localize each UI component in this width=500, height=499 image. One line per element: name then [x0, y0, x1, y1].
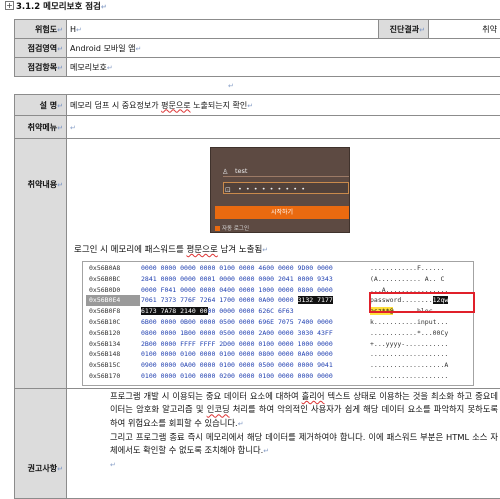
move-anchor-icon[interactable]: + [5, 1, 14, 10]
content-label: 취약내용↵ [15, 139, 67, 389]
highlight-box [369, 292, 475, 313]
hex-row: 0x56B15C0900 0000 0A00 0000 0100 0000 05… [83, 360, 473, 371]
recommendation-para-1: 프로그램 개발 시 이용되는 중요 데이터 요소에 대하여 흘리어 텍스트 상태… [110, 390, 498, 431]
rec-label: 권고사항↵ [15, 389, 67, 499]
hex-row: 0x56B0A80000 0000 0000 0000 0100 0000 46… [83, 263, 473, 274]
content-caption: 로그인 시 메모리에 패스워드를 평문으로 남겨 노출됨↵ [74, 243, 268, 255]
login-button: 시작하기 [215, 206, 349, 219]
user-icon: ♙ [222, 166, 228, 178]
item-value[interactable]: 메모리보호↵ [67, 58, 500, 77]
area-value[interactable]: Android 모바일 앱↵ [67, 39, 500, 58]
section-heading: 3.1.2 메모리보호 점검↵ [16, 0, 107, 12]
hex-row: 0x56B1700100 0000 0100 0000 0200 0000 01… [83, 371, 473, 382]
menu-row: 취약메뉴↵ ↵ [15, 116, 500, 139]
area-row: 점검영역↵ Android 모바일 앱↵ [15, 39, 500, 58]
checkbox-icon [215, 226, 220, 231]
hex-row: 0x56B1200800 0000 1B00 0000 0500 0000 2A… [83, 328, 473, 339]
desc-row: 설 명↵ 메모리 덤프 시 중요정보가 평문으로 노출되는지 확인↵ [15, 95, 500, 116]
item-label: 점검항목↵ [15, 58, 67, 77]
item-row: 점검항목↵ 메모리보호↵ [15, 58, 500, 77]
login-screenshot: ♙ test ⊡ • • • • • • • • • 시작하기 자동 로그인 [210, 147, 350, 233]
recommendation-text[interactable]: 프로그램 개발 시 이용되는 중요 데이터 요소에 대하여 흘리어 텍스트 상태… [110, 390, 498, 473]
hex-row: 0x56B0BC2841 0000 0000 0001 0000 0000 00… [83, 274, 473, 285]
risk-label: 위험도↵ [15, 20, 67, 39]
username-field: ♙ test [223, 165, 349, 177]
area-label: 점검영역↵ [15, 39, 67, 58]
risk-value[interactable]: H↵ [67, 20, 379, 39]
hex-row: 0x56B1342B00 0000 FFFF FFFF 2D00 0000 01… [83, 339, 473, 350]
diag-label: 진단결과↵ [379, 20, 429, 39]
hex-row: 0x56B10C6B00 0000 0B00 0000 0500 0000 69… [83, 317, 473, 328]
password-field: ⊡ • • • • • • • • • [223, 182, 349, 194]
diag-value[interactable]: 취약 [429, 20, 500, 39]
lock-icon: ⊡ [225, 184, 232, 196]
paragraph-mark: ↵ [228, 82, 234, 90]
hex-row: 0x56B1480100 0000 0100 0000 0100 0000 08… [83, 349, 473, 360]
memory-dump: 0x56B0A80000 0000 0000 0000 0100 0000 46… [82, 261, 474, 386]
remember-checkbox: 자동 로그인 [215, 224, 249, 232]
summary-table: 위험도↵ H↵ 진단결과↵ 취약 점검영역↵ Android 모바일 앱↵ 점검… [14, 19, 500, 77]
risk-row: 위험도↵ H↵ 진단결과↵ 취약 [15, 20, 500, 39]
recommendation-para-2: 그리고 프로그램 종료 즉시 메모리에서 해당 데이터를 제거하여야 합니다. … [110, 431, 498, 459]
desc-value[interactable]: 메모리 덤프 시 중요정보가 평문으로 노출되는지 확인↵ [67, 95, 500, 116]
menu-value[interactable]: ↵ [67, 116, 500, 139]
menu-label: 취약메뉴↵ [15, 116, 67, 139]
desc-label: 설 명↵ [15, 95, 67, 116]
recommendation-para-3: ↵ [110, 458, 498, 472]
